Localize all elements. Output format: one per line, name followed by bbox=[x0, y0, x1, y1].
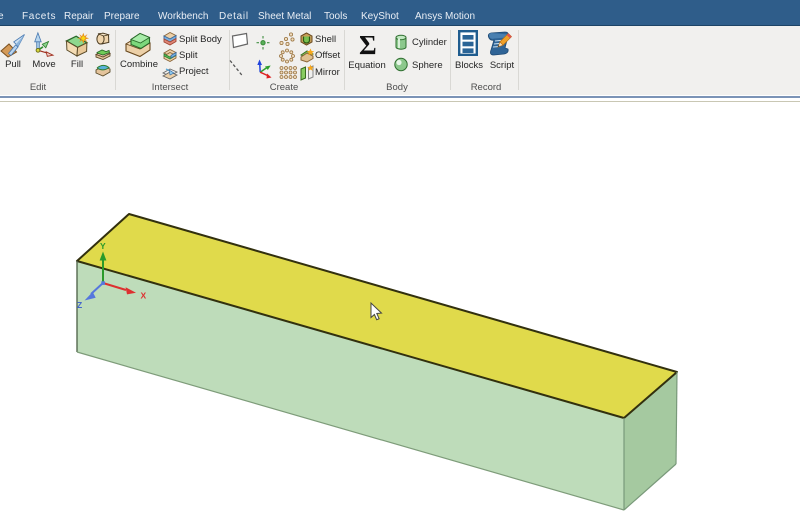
svg-text:X: X bbox=[141, 291, 147, 301]
svg-text:Σ: Σ bbox=[359, 30, 377, 60]
svg-text:Z: Z bbox=[77, 300, 82, 310]
svg-text:Y: Y bbox=[100, 241, 106, 251]
